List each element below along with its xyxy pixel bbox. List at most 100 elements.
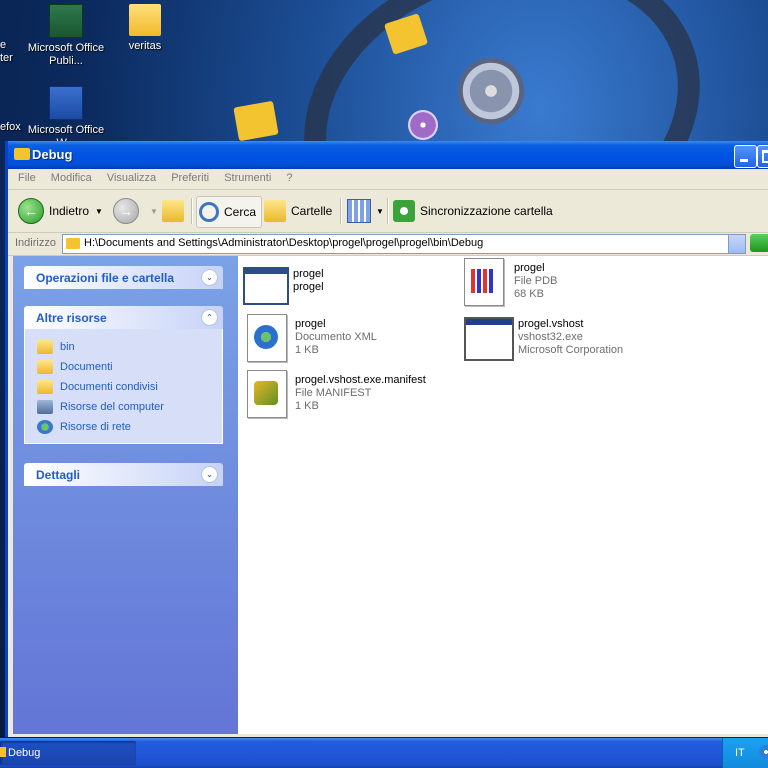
word-icon bbox=[49, 86, 83, 120]
panel-file-folder-tasks: Operazioni file e cartella ⌄ bbox=[24, 266, 223, 289]
menu-preferiti[interactable]: Preferiti bbox=[165, 172, 215, 184]
menu-bar: File Modifica Visualizza Preferiti Strum… bbox=[8, 169, 768, 190]
menu-visualizza[interactable]: Visualizza bbox=[101, 172, 162, 184]
file-description: vshost32.exe bbox=[518, 331, 583, 343]
toolbar-separator bbox=[387, 198, 389, 224]
publisher-icon bbox=[49, 4, 83, 38]
place-label: Risorse del computer bbox=[60, 401, 164, 413]
executable-icon bbox=[464, 317, 514, 361]
maximize-button[interactable] bbox=[757, 145, 768, 168]
expand-chevron-icon[interactable]: ⌄ bbox=[201, 466, 218, 483]
views-icon bbox=[347, 199, 371, 223]
file-list: progel progel progel File PDB 68 KB prog… bbox=[238, 256, 768, 734]
place-link-bin[interactable]: bin bbox=[25, 337, 222, 357]
network-icon bbox=[37, 420, 53, 434]
panel-header[interactable]: Dettagli ⌄ bbox=[24, 463, 223, 486]
folders-button[interactable]: Cartelle bbox=[264, 196, 332, 226]
menu-strumenti[interactable]: Strumenti bbox=[218, 172, 277, 184]
go-button[interactable] bbox=[750, 234, 768, 252]
place-link-risorse-rete[interactable]: Risorse di rete bbox=[25, 417, 222, 437]
desktop-edge-label: e bbox=[0, 39, 7, 51]
desktop-icon-label: veritas bbox=[128, 40, 162, 52]
explorer-window: Debug File Modifica Visualizza Preferiti… bbox=[5, 141, 768, 737]
file-item-progel-pdb[interactable]: progel File PDB 68 KB bbox=[464, 258, 557, 306]
panel-header[interactable]: Altre risorse ⌃ bbox=[24, 306, 223, 329]
collapse-chevron-icon[interactable]: ⌃ bbox=[201, 309, 218, 326]
menu-help[interactable]: ? bbox=[280, 172, 298, 184]
folder-icon bbox=[37, 340, 53, 354]
back-button[interactable]: ← Indietro ▼ bbox=[18, 196, 103, 226]
file-type: File MANIFEST bbox=[295, 387, 372, 399]
minimize-button[interactable] bbox=[734, 145, 757, 168]
taskbar-button-debug[interactable]: Debug bbox=[0, 741, 136, 765]
file-size: 1 KB bbox=[295, 400, 319, 412]
file-item-progel-xml[interactable]: progel Documento XML 1 KB bbox=[247, 314, 377, 362]
file-type: Documento XML bbox=[295, 331, 377, 343]
panel-other-places: Altre risorse ⌃ bin Documenti Documenti … bbox=[24, 306, 223, 444]
desktop-edge-label: ter bbox=[0, 52, 13, 64]
task-pane: Operazioni file e cartella ⌄ Altre risor… bbox=[13, 256, 238, 734]
search-button[interactable]: Cerca bbox=[196, 196, 263, 228]
file-name: progel bbox=[514, 262, 545, 274]
title-bar[interactable]: Debug bbox=[8, 141, 768, 169]
chevron-down-icon: ▼ bbox=[376, 206, 384, 216]
cd-graphic bbox=[408, 110, 438, 140]
place-link-documenti[interactable]: Documenti bbox=[25, 357, 222, 377]
desktop-icon-publisher[interactable]: Microsoft Office Publi... bbox=[26, 4, 106, 68]
folder-icon bbox=[0, 747, 6, 757]
place-link-risorse-computer[interactable]: Risorse del computer bbox=[25, 397, 222, 417]
search-icon bbox=[199, 202, 219, 222]
address-input[interactable]: H:\Documents and Settings\Administrator\… bbox=[62, 234, 746, 254]
menu-modifica[interactable]: Modifica bbox=[45, 172, 98, 184]
place-label: Documenti condivisi bbox=[60, 381, 158, 393]
file-name: progel bbox=[293, 268, 324, 280]
folder-icon bbox=[129, 4, 161, 36]
folder-icon bbox=[66, 238, 80, 249]
computer-icon bbox=[37, 400, 53, 414]
file-name: progel.vshost bbox=[518, 318, 584, 330]
search-label: Cerca bbox=[224, 205, 257, 219]
file-item-manifest[interactable]: progel.vshost.exe.manifest File MANIFEST… bbox=[247, 370, 426, 418]
file-size: 68 KB bbox=[514, 288, 544, 300]
file-type: File PDB bbox=[514, 275, 558, 287]
address-label: Indirizzo bbox=[15, 237, 56, 249]
file-company: Microsoft Corporation bbox=[518, 344, 624, 356]
toolbar: ← Indietro ▼ → ▼ Cerca Cartelle ▼ Sincro… bbox=[8, 190, 768, 233]
desktop-icon-veritas[interactable]: veritas bbox=[105, 4, 185, 53]
chevron-down-icon[interactable]: ▼ bbox=[150, 207, 158, 216]
language-indicator[interactable]: IT bbox=[735, 747, 745, 759]
file-name: progel.vshost.exe.manifest bbox=[295, 374, 426, 386]
toolbar-separator bbox=[340, 198, 342, 224]
panel-details: Dettagli ⌄ bbox=[24, 463, 223, 486]
place-label: Risorse di rete bbox=[60, 421, 131, 433]
back-label: Indietro bbox=[49, 204, 90, 218]
folder-icon bbox=[37, 360, 53, 374]
panel-header[interactable]: Operazioni file e cartella ⌄ bbox=[24, 266, 223, 289]
views-button[interactable]: ▼ bbox=[347, 196, 384, 226]
globe-icon[interactable] bbox=[759, 745, 768, 759]
system-tray: IT bbox=[722, 738, 768, 768]
folder-up-icon bbox=[162, 200, 184, 222]
place-link-documenti-condivisi[interactable]: Documenti condivisi bbox=[25, 377, 222, 397]
file-name: progel bbox=[295, 318, 326, 330]
address-dropdown-button[interactable] bbox=[728, 235, 745, 253]
address-path: H:\Documents and Settings\Administrator\… bbox=[84, 237, 484, 249]
wallpaper-folder-graphic bbox=[233, 100, 279, 142]
sync-button[interactable]: Sincronizzazione cartella bbox=[393, 196, 553, 226]
up-folder-button[interactable] bbox=[162, 196, 189, 226]
expand-chevron-icon[interactable]: ⌄ bbox=[201, 269, 218, 286]
taskbar: Debug IT bbox=[0, 738, 768, 768]
file-item-progel-vshost[interactable]: progel.vshost vshost32.exe Microsoft Cor… bbox=[464, 314, 623, 361]
pdb-file-icon bbox=[464, 258, 504, 306]
film-reel-graphic bbox=[458, 58, 524, 124]
place-label: bin bbox=[60, 341, 75, 353]
forward-button[interactable]: → ▼ bbox=[113, 196, 158, 226]
folder-icon bbox=[14, 148, 30, 160]
panel-title: Operazioni file e cartella bbox=[36, 271, 175, 285]
taskbar-button-label: Debug bbox=[8, 747, 41, 759]
menu-file[interactable]: File bbox=[12, 172, 42, 184]
sync-icon bbox=[393, 200, 415, 222]
chevron-down-icon[interactable]: ▼ bbox=[95, 207, 103, 216]
address-bar: Indirizzo H:\Documents and Settings\Admi… bbox=[8, 233, 768, 256]
file-item-progel-exe[interactable]: progel progel bbox=[243, 264, 324, 305]
